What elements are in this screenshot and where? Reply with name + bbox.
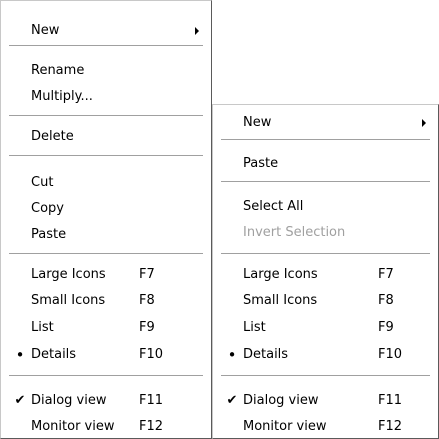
checkmark-icon: ✔ xyxy=(226,393,238,408)
menu-item-large-icons[interactable]: Large Icons F7 xyxy=(1,264,211,286)
radio-bullet-icon: • xyxy=(15,346,25,364)
menu-item-delete[interactable]: Delete xyxy=(1,126,211,148)
shortcut-key: F12 xyxy=(378,419,403,434)
menu-item-label: Rename xyxy=(31,63,85,78)
menu-item-label: Details xyxy=(243,347,289,362)
menu-item-label: Large Icons xyxy=(31,267,106,282)
shortcut-key: F8 xyxy=(139,293,155,308)
menu-item-small-icons[interactable]: Small Icons F8 xyxy=(1,290,211,312)
background-context-menu: New Paste Select All Invert Selection La… xyxy=(212,104,439,439)
shortcut-key: F8 xyxy=(378,293,394,308)
submenu-arrow-icon xyxy=(422,119,426,127)
file-context-menu: New Rename Multiply... Delete Cut Copy P… xyxy=(0,0,212,439)
menu-item-cut[interactable]: Cut xyxy=(1,172,211,194)
menu-separator xyxy=(9,115,203,117)
menu-item-label: List xyxy=(243,320,266,335)
menu-item-label: Select All xyxy=(243,199,304,214)
menu-item-label: Cut xyxy=(31,175,54,190)
shortcut-key: F9 xyxy=(378,320,394,335)
menu-item-large-icons[interactable]: Large Icons F7 xyxy=(213,264,438,286)
menu-separator xyxy=(221,139,430,141)
menu-separator xyxy=(221,181,430,183)
radio-bullet-icon: • xyxy=(227,346,237,364)
menu-item-new[interactable]: New xyxy=(1,20,211,42)
shortcut-key: F7 xyxy=(378,267,394,282)
shortcut-key: F7 xyxy=(139,267,155,282)
menu-item-list[interactable]: List F9 xyxy=(213,317,438,339)
shortcut-key: F10 xyxy=(378,347,403,362)
menu-item-label: Paste xyxy=(243,156,279,171)
menu-item-list[interactable]: List F9 xyxy=(1,317,211,339)
menu-item-label: Small Icons xyxy=(31,293,106,308)
shortcut-key: F11 xyxy=(378,393,403,408)
shortcut-key: F9 xyxy=(139,320,155,335)
menu-item-monitor-view[interactable]: Monitor view F12 xyxy=(213,416,438,438)
menu-item-invert-selection: Invert Selection xyxy=(213,222,438,244)
menu-item-details[interactable]: • Details F10 xyxy=(213,344,438,366)
menu-item-dialog-view[interactable]: ✔ Dialog view F11 xyxy=(213,390,438,412)
menu-item-label: Dialog view xyxy=(243,393,319,408)
menu-separator xyxy=(9,375,203,377)
menu-item-label: Paste xyxy=(31,227,67,242)
menu-item-label: List xyxy=(31,320,54,335)
menu-item-details[interactable]: • Details F10 xyxy=(1,344,211,366)
shortcut-key: F10 xyxy=(139,347,164,362)
menu-item-label: Small Icons xyxy=(243,293,318,308)
menu-separator xyxy=(221,375,430,377)
menu-item-label: Invert Selection xyxy=(243,225,346,240)
menu-separator xyxy=(9,253,203,255)
menu-item-label: Copy xyxy=(31,201,64,216)
menu-item-label: Details xyxy=(31,347,77,362)
menu-item-label: New xyxy=(31,23,60,38)
menu-item-paste[interactable]: Paste xyxy=(213,153,438,175)
menu-item-new[interactable]: New xyxy=(213,112,438,134)
menu-separator xyxy=(221,253,430,255)
shortcut-key: F12 xyxy=(139,419,164,434)
menu-item-label: Monitor view xyxy=(31,419,115,434)
menu-item-paste[interactable]: Paste xyxy=(1,224,211,246)
menu-item-monitor-view[interactable]: Monitor view F12 xyxy=(1,416,211,438)
menu-item-multiply[interactable]: Multiply... xyxy=(1,86,211,108)
menu-separator xyxy=(9,45,203,47)
shortcut-key: F11 xyxy=(139,393,164,408)
checkmark-icon: ✔ xyxy=(14,393,26,408)
submenu-arrow-icon xyxy=(195,27,199,35)
menu-item-label: Delete xyxy=(31,129,74,144)
menu-item-select-all[interactable]: Select All xyxy=(213,196,438,218)
menu-item-dialog-view[interactable]: ✔ Dialog view F11 xyxy=(1,390,211,412)
menu-item-label: New xyxy=(243,115,272,130)
menu-item-small-icons[interactable]: Small Icons F8 xyxy=(213,290,438,312)
menu-item-copy[interactable]: Copy xyxy=(1,198,211,220)
menu-item-rename[interactable]: Rename xyxy=(1,60,211,82)
menu-item-label: Large Icons xyxy=(243,267,318,282)
menu-separator xyxy=(9,155,203,157)
menu-item-label: Multiply... xyxy=(31,89,93,104)
menu-item-label: Dialog view xyxy=(31,393,107,408)
menu-item-label: Monitor view xyxy=(243,419,327,434)
